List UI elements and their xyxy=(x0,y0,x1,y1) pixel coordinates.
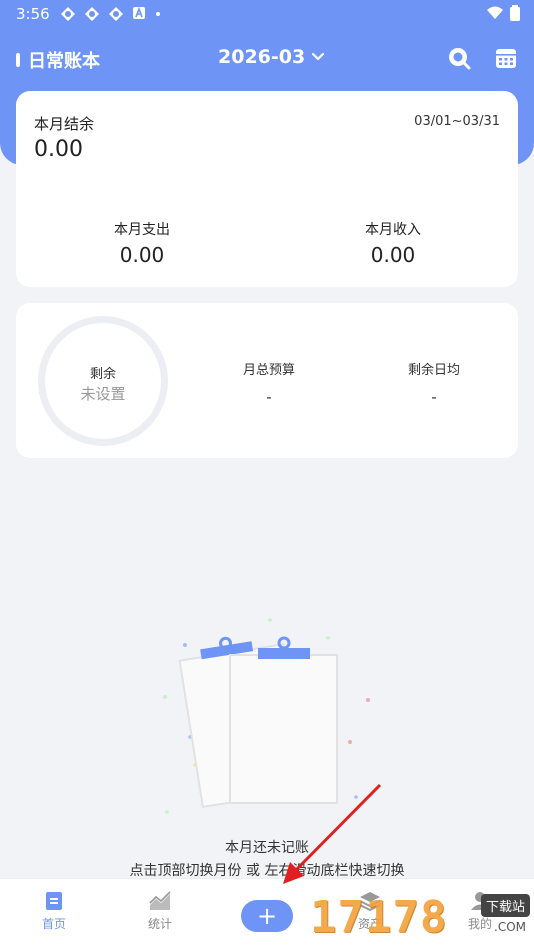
expense-label: 本月支出 xyxy=(114,222,170,238)
app-notification-icon xyxy=(85,7,99,21)
notification-icons xyxy=(60,6,162,22)
income-value: 0.00 xyxy=(370,243,416,267)
watermark-badge: 下载站 xyxy=(480,894,530,917)
battery-icon xyxy=(510,5,520,21)
add-record-button[interactable]: + xyxy=(241,900,293,932)
date-range: 03/01~03/31 xyxy=(414,114,500,129)
book-name: 日常账本 xyxy=(28,51,100,72)
more-dot-icon xyxy=(156,12,160,16)
daily-average: 剩余日均 - xyxy=(374,359,494,406)
status-right xyxy=(486,5,520,21)
book-indicator xyxy=(16,53,20,67)
budget-card[interactable]: 剩余 未设置 月总预算 - 剩余日均 - xyxy=(16,303,518,458)
book-selector[interactable]: 日常账本 xyxy=(16,47,100,73)
expense-value: 0.00 xyxy=(119,243,165,267)
chevron-down-icon xyxy=(312,52,325,61)
remaining-value: 未设置 xyxy=(80,385,126,403)
app-notification-icon xyxy=(61,7,75,21)
search-icon[interactable] xyxy=(447,46,471,70)
app-notification-icon xyxy=(109,7,123,21)
balance-value: 0.00 xyxy=(34,137,83,162)
balance-label: 本月结余 xyxy=(34,115,95,133)
income-stat[interactable]: 本月收入 0.00 xyxy=(313,219,473,267)
calendar-icon[interactable] xyxy=(494,46,518,70)
nav-statistics-label: 统计 xyxy=(147,917,172,931)
daily-average-label: 剩余日均 xyxy=(407,363,460,378)
monthly-budget: 月总预算 - xyxy=(209,359,329,406)
expense-stat[interactable]: 本月支出 0.00 xyxy=(62,219,222,267)
remaining-label: 剩余 xyxy=(89,367,116,382)
empty-clipboard-illustration xyxy=(163,618,370,814)
status-time: 3:56 xyxy=(16,5,50,23)
current-month: 2026-03 xyxy=(218,46,306,68)
daily-average-value: - xyxy=(431,388,437,406)
home-icon xyxy=(46,892,62,910)
status-bar: 3:56 xyxy=(0,0,534,28)
budget-ring: 剩余 未设置 xyxy=(38,316,168,446)
monthly-budget-value: - xyxy=(266,388,272,406)
plus-icon: + xyxy=(256,902,278,930)
watermark-sub: .COM xyxy=(494,920,526,934)
wifi-icon xyxy=(487,6,503,19)
income-label: 本月收入 xyxy=(365,222,421,238)
site-watermark: 17178 下载站 .COM xyxy=(310,888,534,948)
nav-home[interactable]: 首页 xyxy=(14,891,94,932)
font-notification-icon xyxy=(133,6,145,19)
statistics-icon xyxy=(149,891,171,910)
empty-state-hint: 点击顶部切换月份 或 左右滑动底栏快速切换 xyxy=(129,863,405,879)
nav-statistics[interactable]: 统计 xyxy=(120,891,200,932)
nav-home-label: 首页 xyxy=(41,917,66,931)
watermark-text: 17178 xyxy=(310,892,448,943)
month-picker[interactable]: 2026-03 xyxy=(218,46,325,68)
monthly-summary-card[interactable]: 本月结余 0.00 03/01~03/31 本月支出 0.00 本月收入 0.0… xyxy=(16,91,518,287)
empty-state-title: 本月还未记账 xyxy=(225,840,309,856)
monthly-budget-label: 月总预算 xyxy=(242,363,295,378)
